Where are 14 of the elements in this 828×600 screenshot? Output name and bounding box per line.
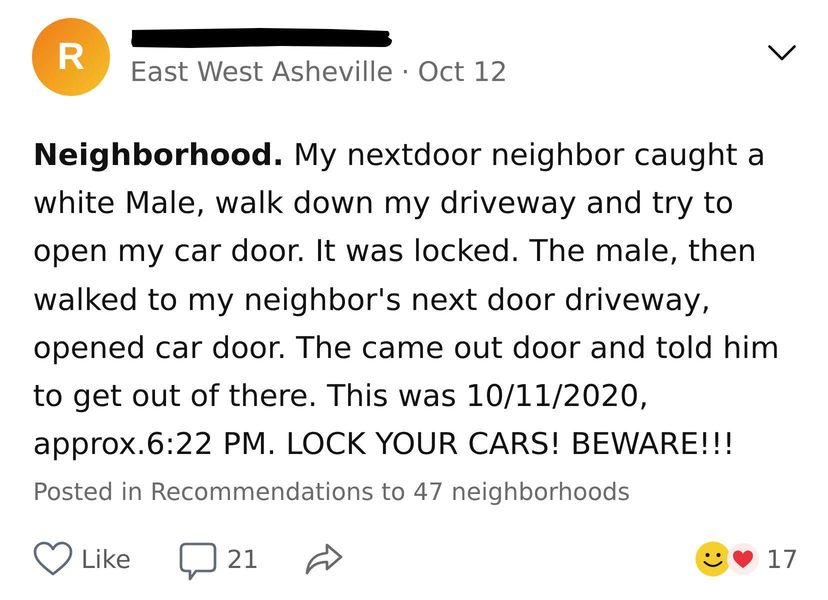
reaction-count[interactable]: 17: [766, 540, 798, 578]
posted-in-text: Posted in Recommendations to 47 neighborhoods: [33, 477, 632, 508]
share-arrow-icon: [304, 543, 343, 576]
heart-reaction-icon: [727, 543, 760, 576]
smiley-emoji-icon: [695, 541, 732, 578]
location-link[interactable]: East West Asheville: [130, 57, 394, 88]
comment-button[interactable]: 21: [178, 536, 259, 582]
like-button[interactable]: Like: [33, 540, 131, 578]
separator-dot: ·: [401, 57, 410, 88]
speech-bubble-icon: [178, 542, 217, 582]
post-date: Oct 12: [418, 57, 508, 88]
post-text: Neighborhood. My nextdoor neighbor caught a white Male, walk down my driveway and try to open my car door. It was locked. The male, then walked to my neighbor's next door driveway, opened car door. The came out door and told him to get out of there. This was 10/11/2020, approx.6:22 PM. LOCK YOUR CARS! BEWARE!!!: [33, 137, 780, 464]
chevron-down-icon[interactable]: [768, 45, 796, 61]
share-button[interactable]: [304, 543, 343, 576]
